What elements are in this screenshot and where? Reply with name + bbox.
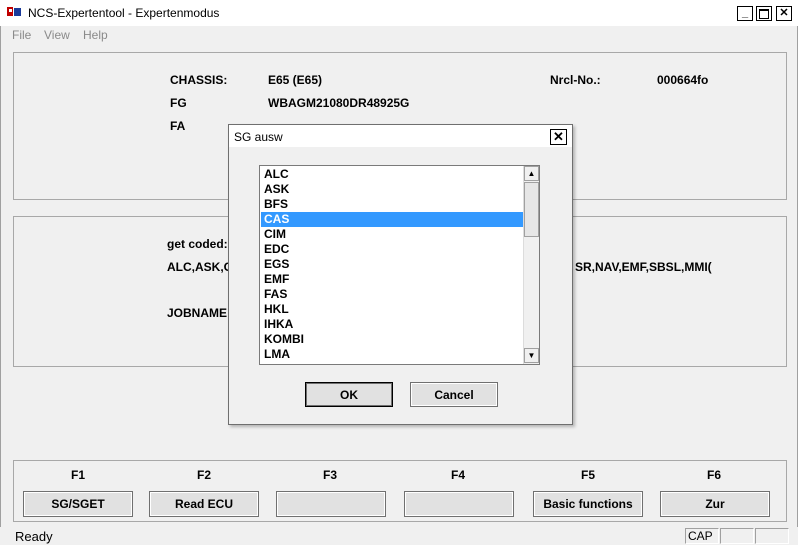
basic-functions-button[interactable]: Basic functions [533,491,643,517]
menu-file[interactable]: File [12,28,31,42]
read-ecu-button[interactable]: Read ECU [149,491,259,517]
ecu-list-item[interactable]: ASK [261,182,523,197]
ecu-list-item[interactable]: CAS [261,212,523,227]
menu-view[interactable]: View [44,28,70,42]
ecu-list-item[interactable]: EGS [261,257,523,272]
dialog-title: SG ausw [234,130,283,144]
f4-button[interactable] [404,491,514,517]
menu-bar [0,26,798,46]
ecu-list-item[interactable]: ALC [261,167,523,182]
minimize-icon: _ [741,7,749,19]
caps-lock-indicator: CAP [685,528,719,544]
f4-label: F4 [450,468,465,482]
nrcl-label: Nrcl-No.: [550,73,601,87]
chassis-label: CHASSIS: [170,73,228,87]
ecu-list-item[interactable]: CIM [261,227,523,242]
fg-value: WBAGM21080DR48925G [268,96,410,110]
scroll-down-arrow-icon[interactable]: ▼ [524,348,539,363]
dialog-close-button[interactable]: ✕ [550,129,567,145]
ecu-list-item[interactable]: BFS [261,197,523,212]
close-icon: ✕ [779,7,789,19]
maximize-icon [759,9,769,19]
zur-button[interactable]: Zur [660,491,770,517]
ecu-listbox[interactable]: ALC ASK BFS CAS CIM EDC EGS EMF FAS HKL IHKA KOMBI L… [259,165,540,365]
ecu-list-item[interactable]: FAS [261,287,523,302]
ecu-list-item[interactable]: EDC [261,242,523,257]
listbox-scrollbar[interactable]: ▲ ▼ [523,166,539,364]
f5-label: F5 [580,468,595,482]
menu-help[interactable]: Help [83,28,108,42]
get-coded-label: get coded: [167,237,228,251]
ecu-list-item[interactable]: LMA [261,347,523,362]
scroll-thumb[interactable] [524,182,539,237]
ok-button[interactable]: OK [305,382,393,407]
num-lock-indicator [720,528,754,544]
scroll-up-arrow-icon[interactable]: ▲ [524,166,539,181]
close-button[interactable]: ✕ [776,6,792,21]
f6-label: F6 [706,468,721,482]
status-bar [0,527,798,545]
window-title: NCS-Expertentool - Expertenmodus [28,6,220,20]
close-icon: ✕ [553,129,564,144]
nrcl-value: 000664fo [657,73,709,87]
app-icon [6,6,22,18]
f3-label: F3 [322,468,337,482]
chassis-value: E65 (E65) [268,73,323,87]
scroll-lock-indicator [755,528,789,544]
status-text: Ready [15,529,53,544]
minimize-button[interactable]: _ [737,6,753,21]
cancel-button[interactable]: Cancel [410,382,498,407]
fg-label: FG [170,96,187,110]
jobname-label: JOBNAME [167,306,228,320]
coded-modules-left: ALC,ASK,C [167,260,233,274]
coded-modules-right: SR,NAV,EMF,SBSL,MMI( [575,260,712,274]
ecu-list-item[interactable]: IHKA [261,317,523,332]
f2-label: F2 [196,468,211,482]
f1-label: F1 [70,468,85,482]
f3-button[interactable] [276,491,386,517]
fa-label: FA [170,119,186,133]
sg-select-dialog: SG ausw ✕ ALC ASK BFS CAS CIM EDC EGS EMF FAS HKL… [228,124,573,425]
ecu-list-item[interactable]: EMF [261,272,523,287]
maximize-button[interactable] [756,6,772,21]
sg-sget-button[interactable]: SG/SGET [23,491,133,517]
ecu-list-item[interactable]: KOMBI [261,332,523,347]
ecu-list-item[interactable]: HKL [261,302,523,317]
